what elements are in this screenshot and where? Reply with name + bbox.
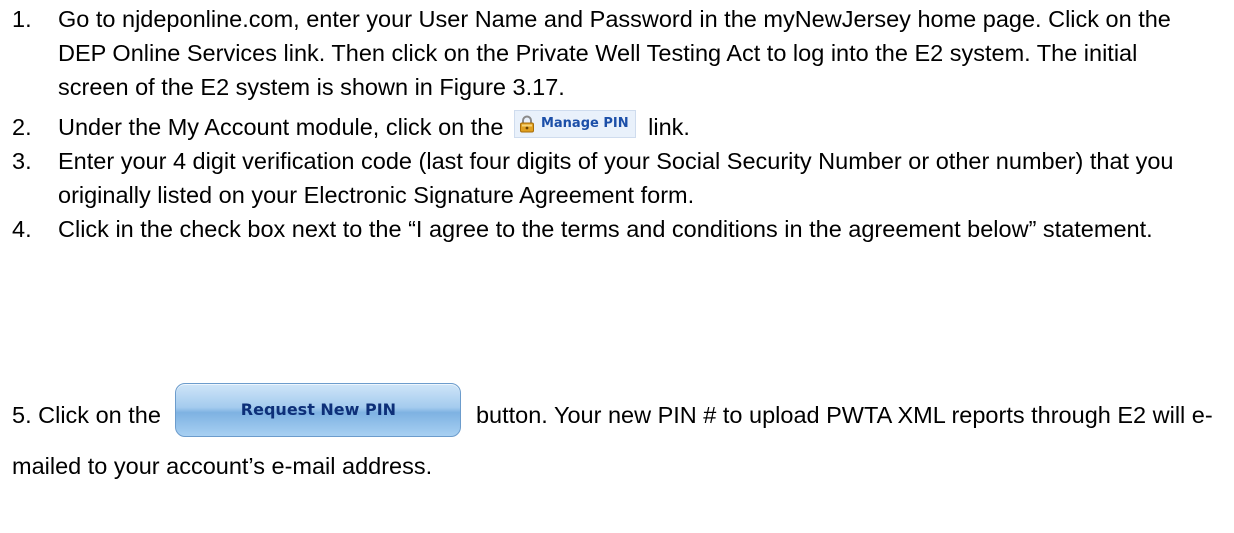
request-new-pin-button[interactable]: Request New PIN [175,383,462,437]
step-4: 4. Click in the check box next to the “I… [12,212,1212,246]
step-number: 1. [12,6,32,32]
manage-pin-label: Manage PIN [540,116,629,131]
manage-pin-link[interactable]: Manage PIN [513,110,636,138]
step-2: 2. Under the My Account module, click on… [12,110,1212,144]
lock-icon [518,115,536,133]
step-number: 4. [12,216,32,242]
step-1: 1. Go to njdeponline.com, enter your Use… [12,2,1212,104]
step-5: 5. Click on the Request New PIN button. … [12,383,1217,483]
step-text-after: link. [648,114,690,140]
step-text-before: Under the My Account module, click on th… [58,114,504,140]
steps-list: 1. Go to njdeponline.com, enter your Use… [12,2,1212,252]
step-text: Enter your 4 digit verification code (la… [58,148,1174,208]
step-text-before: 5. Click on the [12,402,161,428]
instructions-document: 1. Go to njdeponline.com, enter your Use… [0,0,1234,533]
step-number: 3. [12,148,32,174]
step-text: Go to njdeponline.com, enter your User N… [58,6,1171,100]
step-text: Click in the check box next to the “I ag… [58,216,1153,242]
step-number: 2. [12,114,32,140]
step-3: 3. Enter your 4 digit verification code … [12,144,1212,212]
